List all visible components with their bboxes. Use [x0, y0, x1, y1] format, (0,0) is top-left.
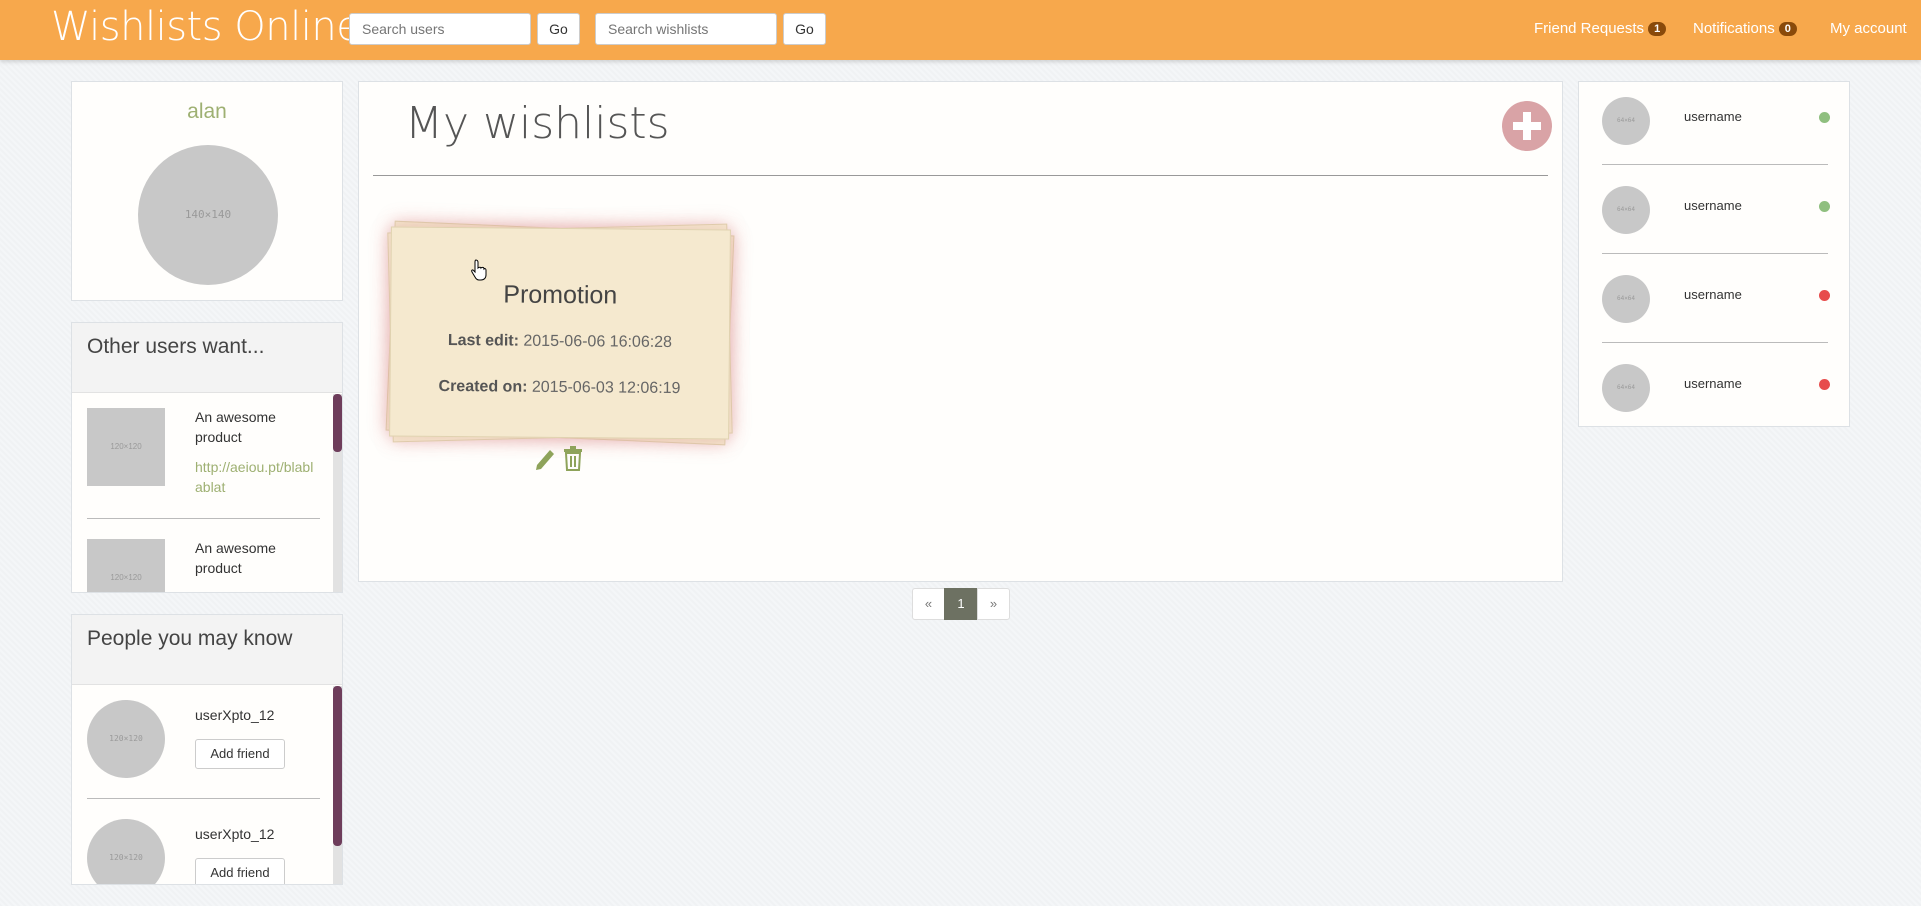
scrollbar-thumb[interactable] [333, 394, 342, 452]
person-avatar: 120×120 [87, 700, 165, 778]
other-users-want-panel: Other users want... 120×120 An awesome p… [71, 322, 343, 593]
divider [87, 798, 320, 799]
other-users-want-scrollbar[interactable] [333, 394, 342, 592]
top-navbar: Wishlists Online Go Go Friend Requests1 … [0, 0, 1921, 60]
friend-avatar: 64×64 [1602, 275, 1650, 323]
friend-username[interactable]: username [1684, 376, 1742, 391]
online-status-dot [1819, 201, 1830, 212]
wishlist-created: Created on: 2015-06-03 12:06:19 [390, 378, 728, 399]
product-thumbnail: 120×120 [87, 408, 165, 486]
notifications-link[interactable]: Notifications 0 [1693, 20, 1797, 37]
friend-requests-link[interactable]: Friend Requests 1 [1534, 20, 1667, 37]
brand-logo[interactable]: Wishlists Online [51, 4, 361, 50]
wishlist-card[interactable]: Promotion Last edit: 2015-06-06 16:06:28… [385, 220, 735, 446]
edit-wishlist-button[interactable] [533, 445, 557, 471]
product-link[interactable]: http://aeiou.pt/blablablat [195, 457, 319, 497]
friends-panel: 64×64 username 64×64 username 64×64 user… [1578, 81, 1850, 427]
my-account-link[interactable]: My account [1830, 20, 1907, 37]
people-you-may-know-panel: People you may know 120×120 userXpto_12 … [71, 614, 343, 885]
profile-avatar: 140×140 [138, 145, 278, 285]
title-divider [373, 175, 1548, 176]
online-status-dot [1819, 112, 1830, 123]
offline-status-dot [1819, 379, 1830, 390]
other-users-want-header: Other users want... [72, 323, 342, 393]
last-edit-value: 2015-06-06 16:06:28 [523, 332, 673, 351]
wishlist-last-edit: Last edit: 2015-06-06 16:06:28 [391, 332, 729, 353]
search-users-input[interactable] [349, 13, 531, 45]
person-username[interactable]: userXpto_12 [195, 824, 274, 844]
add-wishlist-button[interactable] [1502, 101, 1552, 151]
profile-username[interactable]: alan [72, 100, 342, 124]
product-name[interactable]: An awesome product [195, 538, 319, 578]
search-wishlists-input[interactable] [595, 13, 777, 45]
people-you-may-know-title: People you may know [87, 627, 293, 650]
divider [87, 518, 320, 519]
notifications-label: Notifications [1693, 20, 1775, 37]
friend-avatar: 64×64 [1602, 364, 1650, 412]
product-thumbnail: 120×120 [87, 539, 165, 592]
friend-username[interactable]: username [1684, 287, 1742, 302]
divider [1602, 164, 1828, 165]
offline-status-dot [1819, 290, 1830, 301]
person-avatar: 120×120 [87, 819, 165, 884]
people-you-may-know-scrollbar[interactable] [333, 686, 342, 884]
search-wishlists-go-button[interactable]: Go [783, 13, 826, 45]
product-name[interactable]: An awesome product [195, 407, 319, 447]
wishlist-name[interactable]: Promotion [391, 280, 729, 312]
search-users-go-button[interactable]: Go [537, 13, 580, 45]
page-title: My wishlists [405, 98, 670, 149]
notifications-badge: 0 [1778, 22, 1797, 36]
add-friend-button[interactable]: Add friend [195, 858, 285, 884]
add-friend-button[interactable]: Add friend [195, 739, 285, 769]
friend-requests-label: Friend Requests [1534, 20, 1645, 37]
people-you-may-know-header: People you may know [72, 615, 342, 685]
other-users-want-title: Other users want... [87, 335, 265, 358]
last-edit-label: Last edit: [447, 332, 520, 350]
friend-requests-badge: 1 [1648, 22, 1667, 36]
friend-username[interactable]: username [1684, 109, 1742, 124]
scrollbar-thumb[interactable] [333, 686, 342, 846]
profile-panel: alan 140×140 [71, 81, 343, 301]
created-value: 2015-06-03 12:06:19 [531, 378, 681, 398]
friend-avatar: 64×64 [1602, 186, 1650, 234]
friend-username[interactable]: username [1684, 198, 1742, 213]
divider [1602, 342, 1828, 343]
pagination-next[interactable]: » [977, 588, 1010, 620]
plus-icon [1513, 112, 1541, 140]
pagination-prev[interactable]: « [912, 588, 945, 620]
trash-icon [564, 446, 582, 471]
created-label: Created on: [438, 377, 528, 396]
divider [1602, 253, 1828, 254]
hand-cursor-icon [471, 259, 487, 281]
delete-wishlist-button[interactable] [561, 445, 585, 471]
pagination-page-1[interactable]: 1 [944, 588, 978, 620]
pencil-icon [536, 450, 554, 470]
person-username[interactable]: userXpto_12 [195, 705, 274, 725]
friend-avatar: 64×64 [1602, 97, 1650, 145]
card-paper-front: Promotion Last edit: 2015-06-06 16:06:28… [389, 226, 731, 440]
